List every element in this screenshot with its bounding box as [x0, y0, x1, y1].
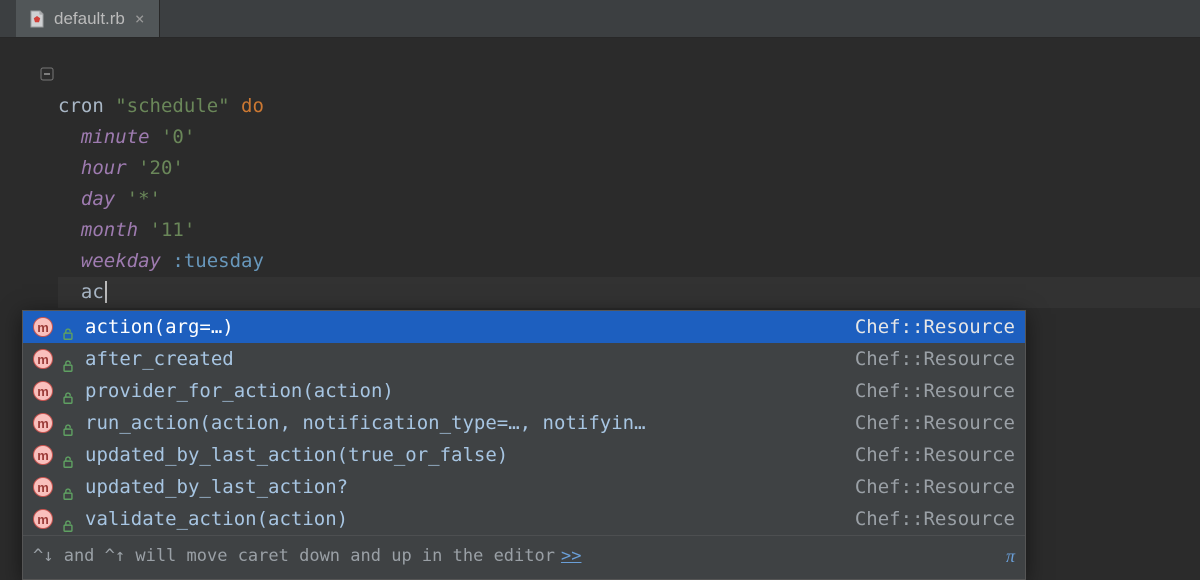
completion-origin: Chef::Resource: [855, 375, 1015, 408]
lock-icon: [61, 447, 77, 463]
completion-origin: Chef::Resource: [855, 311, 1015, 344]
code-token: hour: [81, 157, 127, 179]
completion-item[interactable]: m provider_for_action(action) Chef::Resour…: [23, 375, 1025, 407]
method-badge-icon: m: [33, 381, 53, 401]
code-token: '20': [127, 157, 184, 179]
code-token: do: [230, 95, 264, 117]
footer-more-link[interactable]: >>: [561, 540, 581, 573]
code-token: day: [81, 188, 115, 210]
method-badge-icon: m: [33, 413, 53, 433]
completion-origin: Chef::Resource: [855, 503, 1015, 536]
text-caret: [105, 281, 107, 303]
code-token: "schedule": [115, 95, 229, 117]
lock-icon: [61, 351, 77, 367]
pi-icon[interactable]: π: [1006, 540, 1015, 573]
code-token: '11': [138, 219, 195, 241]
method-badge-icon: m: [33, 477, 53, 497]
completion-origin: Chef::Resource: [855, 343, 1015, 376]
method-badge-icon: m: [33, 317, 53, 337]
method-badge-icon: m: [33, 509, 53, 529]
tab-default-rb[interactable]: default.rb ×: [16, 0, 160, 37]
completion-origin: Chef::Resource: [855, 407, 1015, 440]
tab-label: default.rb: [54, 9, 125, 29]
code-token: '0': [150, 126, 196, 148]
completion-popup: maction(arg=…)Chef::Resourcemafter_creat…: [22, 310, 1026, 580]
close-icon[interactable]: ×: [133, 9, 147, 28]
lock-icon: [61, 319, 77, 335]
code-token: weekday: [81, 250, 161, 272]
ruby-file-icon: [28, 10, 46, 28]
completion-item[interactable]: m updated_by_last_action(true_or_false) Ch…: [23, 439, 1025, 471]
lock-icon: [61, 415, 77, 431]
typed-prefix: ac: [81, 281, 104, 303]
code-token: month: [81, 219, 138, 241]
completion-label: action(arg=…): [85, 311, 234, 344]
completion-item[interactable]: m run_action(action, notification_type=…,…: [23, 407, 1025, 439]
tab-bar: default.rb ×: [0, 0, 1200, 38]
completion-item[interactable]: m validate_action(action) Chef::Resource: [23, 503, 1025, 535]
completion-item[interactable]: m updated_by_last_action? Chef::Resource: [23, 471, 1025, 503]
completion-origin: Chef::Resource: [855, 439, 1015, 472]
footer-hint: ^↓ and ^↑ will move caret down and up in…: [33, 540, 555, 573]
completion-label: after_created: [85, 343, 234, 376]
code-editor[interactable]: cron "schedule" do minute '0' hour '20' …: [0, 38, 1200, 308]
lock-icon: [61, 383, 77, 399]
completion-footer: ^↓ and ^↑ will move caret down and up in…: [23, 535, 1025, 579]
method-badge-icon: m: [33, 445, 53, 465]
completion-item[interactable]: m action(arg=…) Chef::Resource: [23, 311, 1025, 343]
completion-label: validate_action(action): [85, 503, 348, 536]
lock-icon: [61, 511, 77, 527]
completion-label: updated_by_last_action(true_or_false): [85, 439, 508, 472]
lock-icon: [61, 479, 77, 495]
completion-label: updated_by_last_action?: [85, 471, 348, 504]
fold-marker-icon[interactable]: [40, 64, 54, 78]
code-token: '*': [115, 188, 161, 210]
code-token: minute: [81, 126, 150, 148]
code-token: cron: [58, 95, 115, 117]
completion-label: provider_for_action(action): [85, 375, 394, 408]
completion-label: run_action(action, notification_type=…, …: [85, 407, 646, 440]
completion-origin: Chef::Resource: [855, 471, 1015, 504]
code-token: :tuesday: [161, 250, 264, 272]
code-block: cron "schedule" do minute '0' hour '20' …: [0, 60, 1200, 308]
completion-item[interactable]: m after_created Chef::Resource: [23, 343, 1025, 375]
method-badge-icon: m: [33, 349, 53, 369]
